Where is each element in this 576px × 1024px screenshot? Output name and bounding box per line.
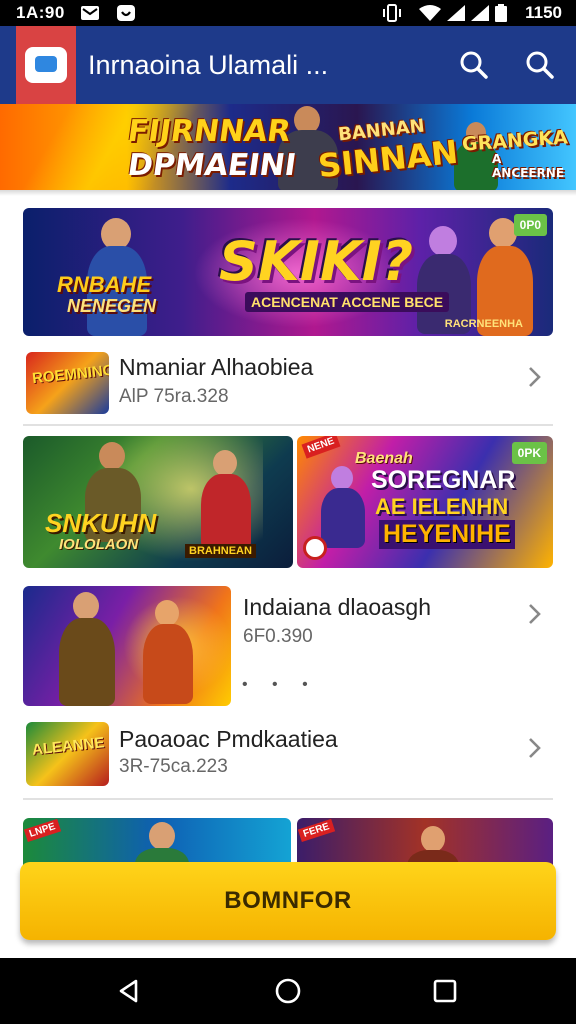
feature-banner[interactable]: RNBAHE NENEGEN SKIKI? ACENCENAT ACCENE B… bbox=[23, 208, 553, 336]
chevron-right-icon[interactable] bbox=[522, 365, 546, 389]
app-thumbnail[interactable]: ROEMNING bbox=[26, 352, 109, 414]
mail-icon bbox=[81, 6, 99, 20]
app-title: Inrnaoina Ulamali ... bbox=[88, 50, 329, 80]
status-clock: 1150 bbox=[525, 3, 562, 22]
app-logo-icon[interactable] bbox=[16, 26, 76, 104]
primary-cta-button[interactable]: BOMNFOR bbox=[20, 862, 556, 940]
thumbnail-text: ALEANNE bbox=[31, 734, 106, 759]
top-banner-text: A ANCEERNE bbox=[492, 152, 565, 180]
banner-footer: BRAHNEAN bbox=[185, 544, 256, 558]
banner-footer: RACRNEENHA bbox=[444, 318, 523, 330]
banner-ribbon: LNPE bbox=[23, 818, 61, 843]
recents-icon[interactable] bbox=[430, 976, 460, 1006]
banner-text: HEYENIHE bbox=[379, 520, 515, 549]
list-item-subtitle: AlP 75ra.328 bbox=[119, 386, 229, 407]
thumbnail-text: ROEMNING bbox=[31, 361, 109, 388]
top-banner-text: FIJRNNAR bbox=[125, 114, 293, 149]
list-item-subtitle: 3R-75ca.223 bbox=[119, 756, 228, 777]
banner-badge: 0PK bbox=[511, 442, 547, 464]
back-icon[interactable] bbox=[114, 976, 144, 1006]
signal-icon bbox=[447, 5, 465, 21]
banner-title: SNKUHN bbox=[45, 508, 157, 538]
list-item-title[interactable]: Indaiana dlaoasgh bbox=[243, 594, 431, 621]
app-thumbnail[interactable] bbox=[23, 586, 231, 706]
vibrate-icon bbox=[383, 4, 401, 22]
banner-ribbon: NENE bbox=[301, 436, 341, 459]
coin-icon bbox=[303, 536, 327, 560]
banner-title: SOREGNAR bbox=[371, 466, 516, 494]
status-bar: 1A:90 1150 bbox=[0, 0, 576, 26]
list-item-title[interactable]: Paoaoac Pmdkaatiea bbox=[119, 726, 338, 753]
chevron-right-icon[interactable] bbox=[522, 736, 546, 760]
search-icon[interactable] bbox=[455, 46, 493, 84]
divider bbox=[23, 424, 553, 426]
banner-subtitle: ACENCENAT ACCENE BECE bbox=[245, 292, 450, 312]
app-notification-icon bbox=[117, 5, 135, 21]
feature-banner[interactable]: SNKUHN IOLOLAON BRAHNEAN bbox=[23, 436, 293, 568]
banner-title: SKIKI? bbox=[219, 230, 414, 293]
chevron-right-icon[interactable] bbox=[522, 602, 546, 626]
banner-subtitle: IOLOLAON bbox=[59, 536, 139, 553]
signal-icon bbox=[471, 5, 489, 21]
home-icon[interactable] bbox=[273, 976, 303, 1006]
banner-ribbon: FERE bbox=[297, 818, 335, 843]
feature-banner[interactable]: NENE Baenah SOREGNAR AE IELENHN HEYENIHE… bbox=[297, 436, 553, 568]
list-item-subtitle: 6F0.390 bbox=[243, 626, 313, 647]
banner-badge: 0P0 bbox=[513, 214, 547, 236]
app-thumbnail[interactable]: ALEANNE bbox=[26, 722, 109, 786]
pager-dots: • • • bbox=[242, 676, 318, 693]
top-promo-banner[interactable]: FIJRNNAR DPMAEINI BANNAN SINNAN GRANGKA … bbox=[0, 104, 576, 190]
app-bar: Inrnaoina Ulamali ... bbox=[0, 26, 576, 104]
banner-text: AE IELENHN bbox=[375, 494, 509, 519]
banner-text: NENEGEN bbox=[67, 296, 157, 316]
divider bbox=[23, 798, 553, 800]
top-banner-text: DPMAEINI bbox=[125, 148, 299, 183]
list-item-title[interactable]: Nmaniar Alhaobiea bbox=[119, 354, 313, 381]
status-time: 1A:90 bbox=[16, 3, 65, 22]
battery-icon bbox=[495, 4, 507, 22]
wifi-icon bbox=[419, 5, 441, 21]
banner-text: RNBAHE bbox=[57, 272, 152, 297]
search-icon[interactable] bbox=[521, 46, 559, 84]
system-nav-bar bbox=[0, 958, 576, 1024]
